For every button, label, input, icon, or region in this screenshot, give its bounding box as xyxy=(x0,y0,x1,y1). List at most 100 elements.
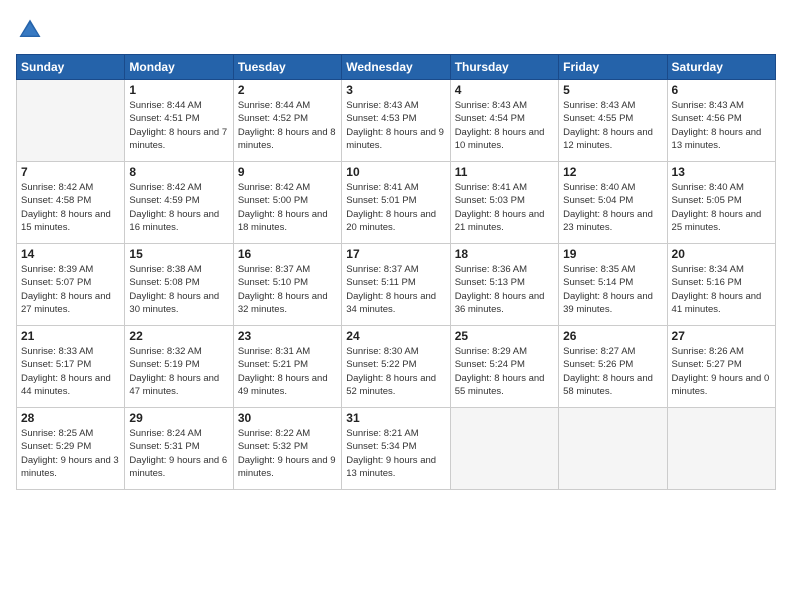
day-cell xyxy=(17,80,125,162)
day-info: Sunrise: 8:33 AMSunset: 5:17 PMDaylight:… xyxy=(21,345,120,398)
day-info: Sunrise: 8:34 AMSunset: 5:16 PMDaylight:… xyxy=(672,263,771,316)
col-header-wednesday: Wednesday xyxy=(342,55,450,80)
day-cell xyxy=(450,408,558,490)
day-info: Sunrise: 8:37 AMSunset: 5:10 PMDaylight:… xyxy=(238,263,337,316)
day-number: 8 xyxy=(129,165,228,179)
day-cell: 2 Sunrise: 8:44 AMSunset: 4:52 PMDaylight… xyxy=(233,80,341,162)
day-cell: 31 Sunrise: 8:21 AMSunset: 5:34 PMDayligh… xyxy=(342,408,450,490)
logo xyxy=(16,16,48,44)
day-number: 29 xyxy=(129,411,228,425)
day-info: Sunrise: 8:41 AMSunset: 5:01 PMDaylight:… xyxy=(346,181,445,234)
day-cell: 6 Sunrise: 8:43 AMSunset: 4:56 PMDaylight… xyxy=(667,80,775,162)
week-row-1: 1 Sunrise: 8:44 AMSunset: 4:51 PMDaylight… xyxy=(17,80,776,162)
day-cell: 20 Sunrise: 8:34 AMSunset: 5:16 PMDayligh… xyxy=(667,244,775,326)
col-header-tuesday: Tuesday xyxy=(233,55,341,80)
day-cell: 4 Sunrise: 8:43 AMSunset: 4:54 PMDaylight… xyxy=(450,80,558,162)
day-cell: 22 Sunrise: 8:32 AMSunset: 5:19 PMDayligh… xyxy=(125,326,233,408)
day-number: 13 xyxy=(672,165,771,179)
day-number: 18 xyxy=(455,247,554,261)
day-info: Sunrise: 8:24 AMSunset: 5:31 PMDaylight:… xyxy=(129,427,228,480)
day-number: 17 xyxy=(346,247,445,261)
day-cell: 1 Sunrise: 8:44 AMSunset: 4:51 PMDaylight… xyxy=(125,80,233,162)
day-number: 22 xyxy=(129,329,228,343)
day-info: Sunrise: 8:36 AMSunset: 5:13 PMDaylight:… xyxy=(455,263,554,316)
day-number: 6 xyxy=(672,83,771,97)
col-header-sunday: Sunday xyxy=(17,55,125,80)
day-number: 19 xyxy=(563,247,662,261)
page: SundayMondayTuesdayWednesdayThursdayFrid… xyxy=(0,0,792,612)
day-info: Sunrise: 8:31 AMSunset: 5:21 PMDaylight:… xyxy=(238,345,337,398)
day-info: Sunrise: 8:39 AMSunset: 5:07 PMDaylight:… xyxy=(21,263,120,316)
day-info: Sunrise: 8:26 AMSunset: 5:27 PMDaylight:… xyxy=(672,345,771,398)
day-number: 12 xyxy=(563,165,662,179)
day-info: Sunrise: 8:40 AMSunset: 5:05 PMDaylight:… xyxy=(672,181,771,234)
day-cell: 29 Sunrise: 8:24 AMSunset: 5:31 PMDayligh… xyxy=(125,408,233,490)
day-info: Sunrise: 8:43 AMSunset: 4:56 PMDaylight:… xyxy=(672,99,771,152)
day-number: 9 xyxy=(238,165,337,179)
day-cell: 3Sunrise: 8:43 AMSunset: 4:53 PMDaylight… xyxy=(342,80,450,162)
day-info: Sunrise: 8:25 AMSunset: 5:29 PMDaylight:… xyxy=(21,427,120,480)
day-number: 5 xyxy=(563,83,662,97)
day-number: 24 xyxy=(346,329,445,343)
day-number: 20 xyxy=(672,247,771,261)
day-info: Sunrise: 8:43 AMSunset: 4:54 PMDaylight:… xyxy=(455,99,554,152)
day-number: 2 xyxy=(238,83,337,97)
header-row: SundayMondayTuesdayWednesdayThursdayFrid… xyxy=(17,55,776,80)
calendar-table: SundayMondayTuesdayWednesdayThursdayFrid… xyxy=(16,54,776,490)
day-info: Sunrise: 8:44 AMSunset: 4:51 PMDaylight:… xyxy=(129,99,228,152)
week-row-2: 7 Sunrise: 8:42 AMSunset: 4:58 PMDaylight… xyxy=(17,162,776,244)
day-info: Sunrise: 8:29 AMSunset: 5:24 PMDaylight:… xyxy=(455,345,554,398)
day-cell: 7 Sunrise: 8:42 AMSunset: 4:58 PMDaylight… xyxy=(17,162,125,244)
day-info: Sunrise: 8:42 AMSunset: 5:00 PMDaylight:… xyxy=(238,181,337,234)
day-number: 4 xyxy=(455,83,554,97)
day-cell: 27Sunrise: 8:26 AMSunset: 5:27 PMDayligh… xyxy=(667,326,775,408)
day-number: 31 xyxy=(346,411,445,425)
col-header-monday: Monday xyxy=(125,55,233,80)
col-header-saturday: Saturday xyxy=(667,55,775,80)
day-cell: 21 Sunrise: 8:33 AMSunset: 5:17 PMDayligh… xyxy=(17,326,125,408)
col-header-friday: Friday xyxy=(559,55,667,80)
day-info: Sunrise: 8:44 AMSunset: 4:52 PMDaylight:… xyxy=(238,99,337,152)
day-info: Sunrise: 8:37 AMSunset: 5:11 PMDaylight:… xyxy=(346,263,445,316)
week-row-4: 21 Sunrise: 8:33 AMSunset: 5:17 PMDayligh… xyxy=(17,326,776,408)
day-info: Sunrise: 8:27 AMSunset: 5:26 PMDaylight:… xyxy=(563,345,662,398)
day-info: Sunrise: 8:21 AMSunset: 5:34 PMDaylight:… xyxy=(346,427,445,480)
day-info: Sunrise: 8:32 AMSunset: 5:19 PMDaylight:… xyxy=(129,345,228,398)
day-cell: 25 Sunrise: 8:29 AMSunset: 5:24 PMDayligh… xyxy=(450,326,558,408)
day-info: Sunrise: 8:42 AMSunset: 4:58 PMDaylight:… xyxy=(21,181,120,234)
day-number: 25 xyxy=(455,329,554,343)
day-info: Sunrise: 8:43 AMSunset: 4:55 PMDaylight:… xyxy=(563,99,662,152)
day-cell xyxy=(559,408,667,490)
day-cell: 23 Sunrise: 8:31 AMSunset: 5:21 PMDayligh… xyxy=(233,326,341,408)
day-info: Sunrise: 8:42 AMSunset: 4:59 PMDaylight:… xyxy=(129,181,228,234)
day-cell: 17 Sunrise: 8:37 AMSunset: 5:11 PMDayligh… xyxy=(342,244,450,326)
day-number: 3 xyxy=(346,83,445,97)
day-number: 15 xyxy=(129,247,228,261)
day-number: 30 xyxy=(238,411,337,425)
day-cell: 16Sunrise: 8:37 AMSunset: 5:10 PMDayligh… xyxy=(233,244,341,326)
col-header-thursday: Thursday xyxy=(450,55,558,80)
week-row-5: 28Sunrise: 8:25 AMSunset: 5:29 PMDayligh… xyxy=(17,408,776,490)
day-info: Sunrise: 8:30 AMSunset: 5:22 PMDaylight:… xyxy=(346,345,445,398)
day-cell: 12Sunrise: 8:40 AMSunset: 5:04 PMDayligh… xyxy=(559,162,667,244)
logo-icon xyxy=(16,16,44,44)
day-number: 1 xyxy=(129,83,228,97)
day-number: 26 xyxy=(563,329,662,343)
day-number: 10 xyxy=(346,165,445,179)
day-cell: 5 Sunrise: 8:43 AMSunset: 4:55 PMDaylight… xyxy=(559,80,667,162)
day-cell: 11 Sunrise: 8:41 AMSunset: 5:03 PMDayligh… xyxy=(450,162,558,244)
day-number: 7 xyxy=(21,165,120,179)
day-number: 21 xyxy=(21,329,120,343)
day-cell: 14Sunrise: 8:39 AMSunset: 5:07 PMDayligh… xyxy=(17,244,125,326)
day-info: Sunrise: 8:41 AMSunset: 5:03 PMDaylight:… xyxy=(455,181,554,234)
header xyxy=(16,16,776,44)
day-cell: 10 Sunrise: 8:41 AMSunset: 5:01 PMDayligh… xyxy=(342,162,450,244)
week-row-3: 14Sunrise: 8:39 AMSunset: 5:07 PMDayligh… xyxy=(17,244,776,326)
day-number: 23 xyxy=(238,329,337,343)
day-info: Sunrise: 8:38 AMSunset: 5:08 PMDaylight:… xyxy=(129,263,228,316)
day-cell xyxy=(667,408,775,490)
day-cell: 26 Sunrise: 8:27 AMSunset: 5:26 PMDayligh… xyxy=(559,326,667,408)
day-cell: 24 Sunrise: 8:30 AMSunset: 5:22 PMDayligh… xyxy=(342,326,450,408)
day-number: 11 xyxy=(455,165,554,179)
day-cell: 9 Sunrise: 8:42 AMSunset: 5:00 PMDaylight… xyxy=(233,162,341,244)
